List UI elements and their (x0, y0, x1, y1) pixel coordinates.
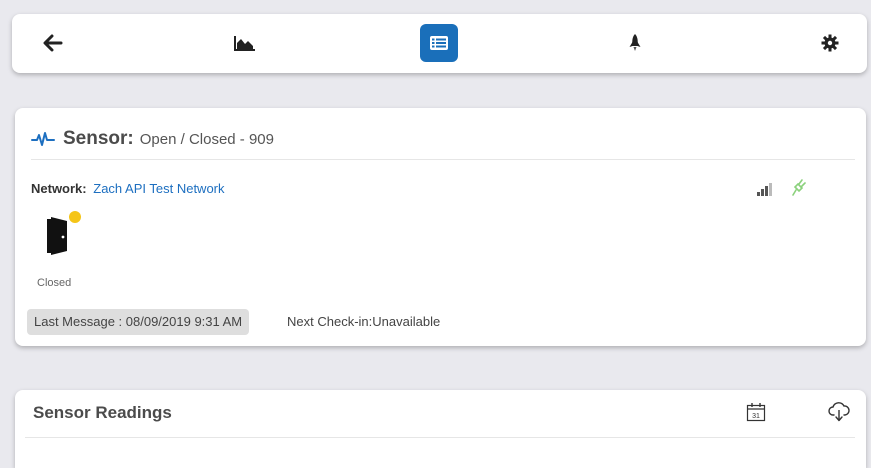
sensor-header: Sensor: Open / Closed - 909 (31, 122, 274, 156)
next-checkin: Next Check-in:Unavailable (287, 314, 441, 329)
plug-icon (790, 178, 806, 201)
calendar-day: 31 (752, 413, 760, 420)
calendar-button[interactable]: 31 (746, 402, 766, 427)
readings-title: Sensor Readings (33, 403, 172, 422)
sensor-status: Closed (37, 277, 72, 289)
chart-button[interactable] (226, 24, 264, 62)
last-message-badge: Last Message : 08/09/2019 9:31 AM (27, 309, 250, 335)
signal-icon (756, 182, 774, 201)
settings-button[interactable] (811, 24, 849, 62)
top-toolbar (12, 14, 867, 73)
back-button[interactable] (34, 24, 72, 62)
readings-divider (25, 437, 855, 438)
header-divider (31, 159, 855, 160)
list-icon (430, 36, 448, 50)
area-chart-icon (234, 36, 255, 51)
network-label: Network: (31, 181, 87, 196)
arrow-left-icon (43, 34, 63, 52)
rocket-icon (629, 34, 641, 51)
heartbeat-icon (31, 132, 55, 146)
network-link[interactable]: Zach API Test Network (93, 181, 224, 196)
door-closed-icon (45, 211, 85, 259)
rocket-button[interactable] (616, 24, 654, 62)
sensor-title-label: Sensor: (63, 128, 134, 149)
gear-icon (821, 34, 839, 52)
sensor-card: Sensor: Open / Closed - 909 Network: Zac… (15, 108, 866, 346)
network-row: Network: Zach API Test Network (31, 181, 225, 196)
sensor-readings-card: Sensor Readings 31 (15, 390, 866, 468)
calendar-icon: 31 (746, 403, 766, 422)
cloud-download-icon (828, 402, 850, 422)
sensor-name: Open / Closed - 909 (139, 130, 274, 148)
details-button[interactable] (420, 24, 458, 62)
download-button[interactable] (828, 401, 850, 428)
